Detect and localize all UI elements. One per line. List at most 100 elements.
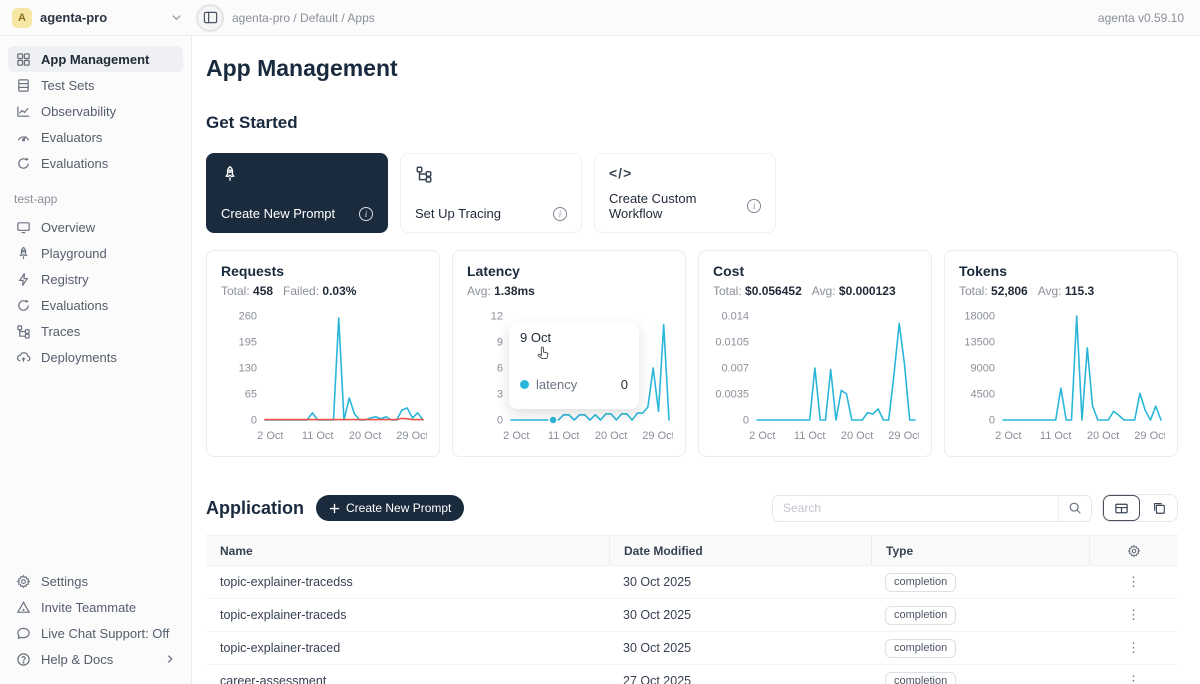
- column-settings[interactable]: [1089, 536, 1178, 565]
- svg-text:29 Oct: 29 Oct: [1134, 430, 1165, 442]
- sidebar-item-label: Live Chat Support: Off: [41, 626, 169, 641]
- get-started-cards: Create New Prompt i Set Up Tracing i </>…: [206, 153, 1178, 233]
- svg-text:0: 0: [497, 415, 503, 427]
- sidebar-item-label: Playground: [41, 246, 107, 261]
- table-view-button[interactable]: [1103, 495, 1140, 521]
- card-view-button[interactable]: [1140, 495, 1177, 521]
- sidebar-item-label: Overview: [41, 220, 95, 235]
- app-version: agenta v0.59.10: [1098, 11, 1200, 25]
- sidebar-item-label: Evaluations: [41, 298, 108, 313]
- app-date: 30 Oct 2025: [609, 608, 871, 622]
- create-new-prompt-card[interactable]: Create New Prompt i: [206, 153, 388, 233]
- test-sets-icon: [16, 78, 32, 93]
- svg-text:4500: 4500: [971, 389, 995, 401]
- table-row[interactable]: topic-explainer-tracedss 30 Oct 2025 com…: [206, 566, 1178, 599]
- svg-text:3: 3: [497, 389, 503, 401]
- sidebar-toggle-icon: [203, 10, 218, 25]
- tree-icon: [16, 324, 32, 339]
- table-view-icon: [1114, 501, 1129, 516]
- svg-text:195: 195: [239, 337, 257, 349]
- svg-text:11 Oct: 11 Oct: [302, 430, 334, 442]
- svg-text:2 Oct: 2 Oct: [749, 430, 775, 442]
- chat-bubble-icon: [16, 626, 32, 641]
- type-badge: completion: [885, 639, 956, 658]
- app-name: topic-explainer-tracedss: [206, 575, 609, 589]
- sidebar-item-deployments[interactable]: Deployments: [8, 344, 183, 370]
- type-badge: completion: [885, 573, 956, 592]
- search-icon[interactable]: [1058, 496, 1091, 521]
- sidebar-item-live-chat[interactable]: Live Chat Support: Off: [8, 620, 183, 646]
- series-dot-icon: [520, 380, 529, 389]
- chart-stats: Avg: 1.38ms: [467, 284, 671, 298]
- sidebar-item-playground[interactable]: Playground: [8, 240, 183, 266]
- rocket-icon: [221, 165, 373, 183]
- column-header-date[interactable]: Date Modified: [609, 536, 871, 565]
- requests-chart-card: Requests Total: 458Failed: 0.03% 0651301…: [206, 250, 440, 457]
- create-new-prompt-button[interactable]: Create New Prompt: [316, 495, 464, 521]
- table-row[interactable]: topic-explainer-traceds 30 Oct 2025 comp…: [206, 599, 1178, 632]
- main-content: App Management Get Started Create New Pr…: [192, 36, 1200, 684]
- sidebar-item-evaluations[interactable]: Evaluations: [8, 150, 183, 176]
- table-row[interactable]: career-assessment 27 Oct 2025 completion…: [206, 665, 1178, 684]
- tooltip-date: 9 Oct: [520, 330, 628, 345]
- svg-text:6: 6: [497, 363, 503, 375]
- create-custom-workflow-card[interactable]: </> Create Custom Workflow i: [594, 153, 776, 233]
- workspace-name: agenta-pro: [40, 10, 163, 25]
- sidebar-item-invite-teammate[interactable]: Invite Teammate: [8, 594, 183, 620]
- info-icon[interactable]: i: [359, 207, 373, 221]
- info-icon[interactable]: i: [553, 207, 567, 221]
- cost-chart[interactable]: 00.00350.0070.01050.0142 Oct11 Oct20 Oct…: [713, 306, 917, 446]
- row-menu-button[interactable]: ⋮: [1127, 646, 1140, 650]
- svg-text:0.0035: 0.0035: [715, 389, 749, 401]
- svg-text:0.0105: 0.0105: [715, 337, 749, 349]
- row-menu-button[interactable]: ⋮: [1127, 580, 1140, 584]
- workspace-switcher[interactable]: A agenta-pro: [0, 8, 194, 28]
- card-view-icon: [1152, 501, 1166, 515]
- row-menu-button[interactable]: ⋮: [1127, 679, 1140, 683]
- svg-text:0.014: 0.014: [721, 311, 749, 323]
- svg-text:11 Oct: 11 Oct: [794, 430, 826, 442]
- sidebar-item-evaluators[interactable]: Evaluators: [8, 124, 183, 150]
- search-input[interactable]: [773, 501, 1058, 515]
- sidebar-item-label: Deployments: [41, 350, 117, 365]
- row-menu-button[interactable]: ⋮: [1127, 613, 1140, 617]
- sidebar-item-help-docs[interactable]: Help & Docs: [8, 646, 183, 672]
- table-row[interactable]: topic-explainer-traced 30 Oct 2025 compl…: [206, 632, 1178, 665]
- svg-text:2 Oct: 2 Oct: [995, 430, 1021, 442]
- app-date: 30 Oct 2025: [609, 575, 871, 589]
- column-header-type[interactable]: Type: [871, 536, 1089, 565]
- app-date: 30 Oct 2025: [609, 641, 871, 655]
- chart-stats: Total: 52,806Avg: 115.3: [959, 284, 1163, 298]
- tooltip-value: 0: [621, 377, 628, 392]
- svg-text:11 Oct: 11 Oct: [1040, 430, 1072, 442]
- sidebar-item-traces[interactable]: Traces: [8, 318, 183, 344]
- requests-chart[interactable]: 0651301952602 Oct11 Oct20 Oct29 Oct: [221, 306, 425, 446]
- sidebar-item-label: Evaluators: [41, 130, 102, 145]
- chart-stats: Total: 458Failed: 0.03%: [221, 284, 425, 298]
- column-header-name[interactable]: Name: [206, 544, 609, 558]
- sidebar-collapse-button[interactable]: [196, 4, 224, 32]
- tokens-chart[interactable]: 04500900013500180002 Oct11 Oct20 Oct29 O…: [959, 306, 1163, 446]
- svg-text:20 Oct: 20 Oct: [841, 430, 873, 442]
- sidebar-item-settings[interactable]: Settings: [8, 568, 183, 594]
- table-header: Name Date Modified Type: [206, 536, 1178, 566]
- sidebar-item-overview[interactable]: Overview: [8, 214, 183, 240]
- set-up-tracing-card[interactable]: Set Up Tracing i: [400, 153, 582, 233]
- monitor-icon: [16, 220, 32, 235]
- info-icon[interactable]: i: [747, 199, 761, 213]
- sidebar-item-test-sets[interactable]: Test Sets: [8, 72, 183, 98]
- latency-chart-card: Latency Avg: 1.38ms 0369122 Oct11 Oct20 …: [452, 250, 686, 457]
- sidebar-item-label: Observability: [41, 104, 116, 119]
- breadcrumb[interactable]: agenta-pro / Default / Apps: [232, 11, 375, 25]
- sidebar-item-label: Invite Teammate: [41, 600, 136, 615]
- sidebar-item-registry[interactable]: Registry: [8, 266, 183, 292]
- sidebar-item-app-evaluations[interactable]: Evaluations: [8, 292, 183, 318]
- sidebar-item-app-management[interactable]: App Management: [8, 46, 183, 72]
- sidebar-item-observability[interactable]: Observability: [8, 98, 183, 124]
- sidebar-item-label: Help & Docs: [41, 652, 113, 667]
- sidebar-item-label: Test Sets: [41, 78, 94, 93]
- page-title: App Management: [206, 55, 1178, 82]
- chart-title: Cost: [713, 263, 917, 279]
- refresh-circle-icon: [16, 156, 32, 171]
- svg-text:18000: 18000: [964, 311, 995, 323]
